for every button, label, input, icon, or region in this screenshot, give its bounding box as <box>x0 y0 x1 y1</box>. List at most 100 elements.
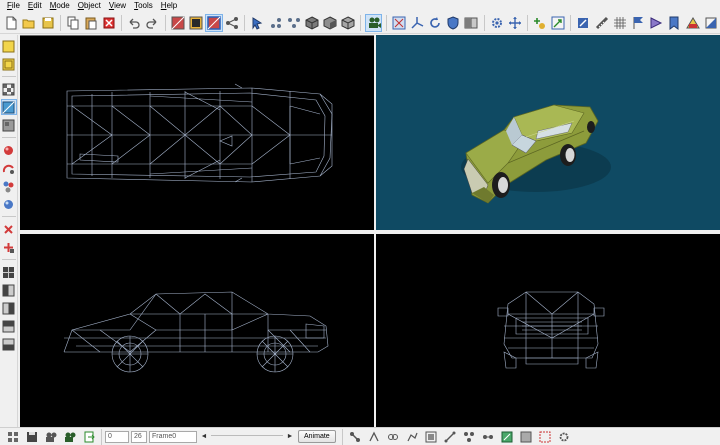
camera-icon[interactable] <box>364 13 383 32</box>
cube-shaded-icon[interactable] <box>322 14 339 32</box>
menu-view[interactable]: View <box>105 0 130 12</box>
toolbar-separator <box>1 76 16 77</box>
axis-icon[interactable] <box>408 14 425 32</box>
move-icon[interactable] <box>506 14 523 32</box>
red-plus-icon[interactable] <box>1 239 17 255</box>
select-vertex-icon[interactable] <box>187 14 204 32</box>
menu-tools[interactable]: Tools <box>130 0 157 12</box>
bone-icon[interactable] <box>346 428 364 445</box>
menu-help[interactable]: Help <box>157 0 181 12</box>
select-face-icon[interactable] <box>169 14 186 32</box>
gray-texture-icon[interactable] <box>1 117 17 133</box>
toolbar-separator <box>59 14 61 31</box>
scale-icon[interactable] <box>390 14 407 32</box>
rotate-icon[interactable] <box>426 14 443 32</box>
cube-solid-icon[interactable] <box>303 14 320 32</box>
frame-box-icon[interactable] <box>422 428 440 445</box>
triangle-icon[interactable] <box>648 14 665 32</box>
flag-icon[interactable] <box>629 14 646 32</box>
ik-icon[interactable] <box>403 428 421 445</box>
open-folder-icon[interactable] <box>21 14 38 32</box>
paste-icon[interactable] <box>82 14 99 32</box>
nodes-icon[interactable] <box>460 428 478 445</box>
extrude-icon[interactable] <box>550 14 567 32</box>
sphere-group-icon[interactable] <box>1 178 17 194</box>
settings-gear-icon[interactable] <box>555 428 573 445</box>
menu-object[interactable]: Object <box>74 0 105 12</box>
redo-icon[interactable] <box>144 14 161 32</box>
layout-top-icon[interactable] <box>1 318 17 334</box>
layout-quad-icon[interactable] <box>1 264 17 280</box>
vertices-icon[interactable] <box>267 14 284 32</box>
top-viewport[interactable] <box>20 35 374 230</box>
menu-mode[interactable]: Mode <box>46 0 74 12</box>
save-icon[interactable] <box>39 14 56 32</box>
split-icon[interactable] <box>463 14 480 32</box>
toolbar-separator <box>341 428 343 445</box>
weights-icon[interactable] <box>479 428 497 445</box>
shield-icon[interactable] <box>445 14 462 32</box>
select-pointer-icon[interactable] <box>249 14 266 32</box>
pen-icon[interactable] <box>575 14 592 32</box>
main-toolbar <box>0 12 720 34</box>
save-frame-icon[interactable] <box>23 428 41 445</box>
delete-icon[interactable] <box>100 14 117 32</box>
side-view-wireframe <box>63 291 329 373</box>
joint-icon[interactable] <box>365 428 383 445</box>
red-cross-icon[interactable] <box>1 221 17 237</box>
menu-edit[interactable]: Edit <box>24 0 46 12</box>
frame-start-field[interactable]: 0 <box>105 430 129 443</box>
layout-right-icon[interactable] <box>1 300 17 316</box>
paint-icon[interactable] <box>702 14 719 32</box>
toolbar-separator <box>244 14 246 31</box>
cube-gray-icon[interactable] <box>340 14 357 32</box>
exit-icon[interactable] <box>80 428 98 445</box>
menu-bar: File Edit Mode Object View Tools Help <box>0 0 720 12</box>
undo-icon[interactable] <box>126 14 143 32</box>
ball-icon[interactable] <box>1 196 17 212</box>
palette-icon[interactable] <box>684 14 701 32</box>
select-edge-icon[interactable] <box>205 13 223 32</box>
top-view-wireframe <box>66 83 333 183</box>
menu-file[interactable]: File <box>3 0 24 12</box>
red-arc-icon[interactable] <box>1 160 17 176</box>
layout-left-icon[interactable] <box>1 282 17 298</box>
perspective-viewport[interactable] <box>376 35 720 230</box>
toolbar-separator <box>121 14 123 31</box>
yellow-box-icon[interactable] <box>1 38 17 54</box>
layout-bottom-icon[interactable] <box>1 336 17 352</box>
toolbar-separator <box>526 14 528 31</box>
camera-anim-icon[interactable] <box>61 428 79 445</box>
frame-end-field[interactable]: 26 <box>131 430 147 443</box>
toolbar-separator <box>483 14 485 31</box>
chain-icon[interactable] <box>384 428 402 445</box>
gear-icon[interactable] <box>488 14 505 32</box>
next-frame-icon[interactable]: ► <box>286 433 294 440</box>
film-icon[interactable] <box>42 428 60 445</box>
vertices-alt-icon[interactable] <box>285 14 302 32</box>
link-icon[interactable] <box>441 428 459 445</box>
animate-button[interactable]: Animate <box>298 430 336 443</box>
perspective-car-model <box>461 104 611 204</box>
ruler-icon[interactable] <box>593 14 610 32</box>
grid-view-icon[interactable] <box>4 428 22 445</box>
keyframe-icon[interactable] <box>498 428 516 445</box>
side-viewport[interactable] <box>20 234 374 427</box>
add-point-icon[interactable] <box>531 14 548 32</box>
red-sphere-icon[interactable] <box>1 142 17 158</box>
toolbar-separator <box>360 14 362 31</box>
checker-icon[interactable] <box>1 81 17 97</box>
yellow-box-alt-icon[interactable] <box>1 56 17 72</box>
texture-icon[interactable] <box>0 99 17 115</box>
prev-frame-icon[interactable]: ◄ <box>200 433 208 440</box>
new-file-icon[interactable] <box>3 14 20 32</box>
texture-frame-icon[interactable] <box>517 428 535 445</box>
select-region-icon[interactable] <box>536 428 554 445</box>
frame-name-field[interactable]: Frame0 <box>149 430 197 443</box>
grid-icon[interactable] <box>611 14 628 32</box>
frame-slider[interactable] <box>211 434 283 439</box>
bookmark-icon[interactable] <box>666 14 683 32</box>
connect-icon[interactable] <box>224 14 241 32</box>
front-viewport[interactable] <box>376 234 720 427</box>
copy-icon[interactable] <box>64 14 81 32</box>
